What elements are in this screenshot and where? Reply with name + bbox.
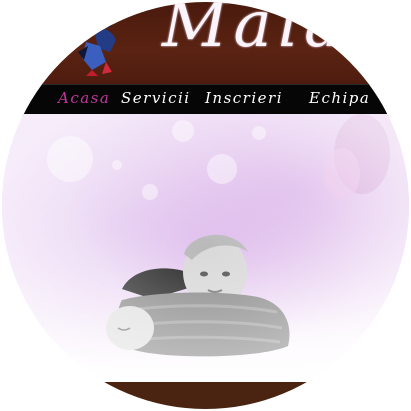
site-header: Maia (2, 2, 409, 84)
hero-banner (2, 114, 409, 382)
site-footer (2, 382, 409, 409)
children-photo (2, 114, 409, 382)
dancing-figure-icon[interactable] (72, 12, 126, 78)
site-logo-text[interactable]: Maia (162, 2, 348, 62)
nav-item-acasa[interactable]: Acasa (58, 89, 110, 107)
nav-item-servicii[interactable]: Servicii (121, 89, 191, 107)
nav-item-inscrieri[interactable]: Inscrieri (205, 89, 283, 107)
main-nav: Acasa Servicii Inscrieri Echipa (2, 84, 409, 116)
nav-item-echipa[interactable]: Echipa (309, 89, 370, 107)
page-viewport: Maia Acasa Servicii Inscrieri Echipa (2, 2, 409, 409)
